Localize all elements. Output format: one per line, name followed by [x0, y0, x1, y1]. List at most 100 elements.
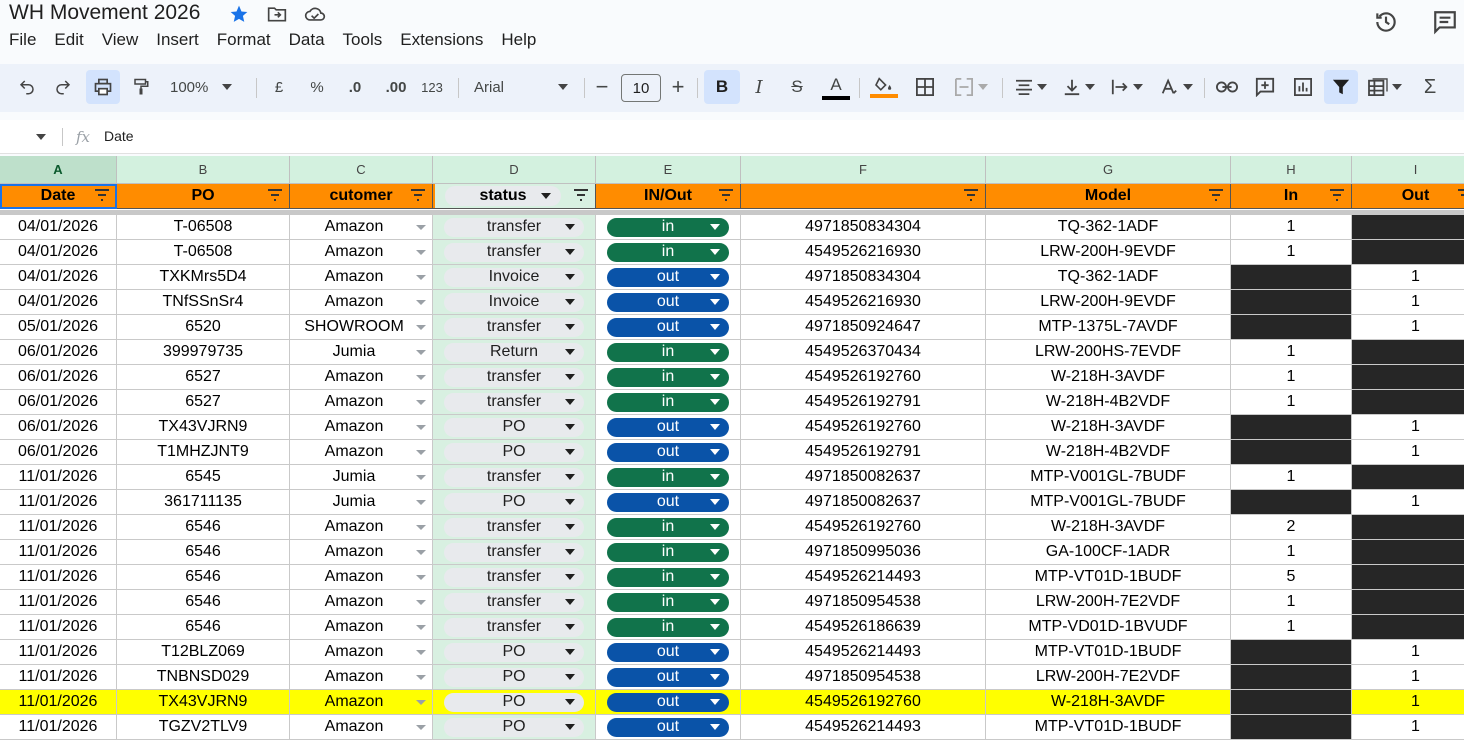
cell-f[interactable]: 4549526192760 [741, 515, 986, 540]
cell-c[interactable]: Amazon [290, 540, 433, 565]
header-cell[interactable]: cutomer [290, 184, 433, 209]
filter-icon[interactable] [410, 189, 426, 201]
dropdown-arrow-icon[interactable] [416, 275, 426, 280]
cell-f[interactable]: 4549526214493 [741, 565, 986, 590]
cell-a[interactable]: 11/01/2026 [0, 640, 117, 665]
cell-d[interactable]: PO [433, 640, 596, 665]
cell-h[interactable]: 1 [1231, 390, 1352, 415]
cell-a[interactable]: 11/01/2026 [0, 515, 117, 540]
cell-c[interactable]: Amazon [290, 590, 433, 615]
cell-h[interactable] [1231, 665, 1352, 690]
cell-i[interactable] [1352, 215, 1464, 240]
menu-tools[interactable]: Tools [334, 30, 392, 52]
in-out-chip[interactable]: out [607, 292, 729, 312]
cell-b[interactable]: T12BLZ069 [117, 640, 290, 665]
cell-e[interactable]: in [596, 565, 741, 590]
cell-i[interactable] [1352, 340, 1464, 365]
in-out-chip[interactable]: in [607, 392, 729, 412]
cell-h[interactable]: 1 [1231, 615, 1352, 640]
dropdown-arrow-icon[interactable] [416, 400, 426, 405]
cell-b[interactable]: 6545 [117, 465, 290, 490]
dropdown-arrow-icon[interactable] [416, 700, 426, 705]
cell-g[interactable]: TQ-362-1ADF [986, 265, 1231, 290]
cell-h[interactable] [1231, 315, 1352, 340]
cell-i[interactable]: 1 [1352, 490, 1464, 515]
status-chip[interactable]: transfer [444, 367, 584, 387]
dropdown-arrow-icon[interactable] [416, 675, 426, 680]
dropdown-arrow-icon[interactable] [416, 300, 426, 305]
filter-icon[interactable] [573, 189, 589, 201]
cell-i[interactable]: 1 [1352, 715, 1464, 740]
cell-a[interactable]: 11/01/2026 [0, 465, 117, 490]
in-out-chip[interactable]: in [607, 567, 729, 587]
cell-i[interactable] [1352, 465, 1464, 490]
cell-b[interactable]: 6520 [117, 315, 290, 340]
cell-b[interactable]: 6527 [117, 365, 290, 390]
cell-h[interactable]: 1 [1231, 215, 1352, 240]
menu-data[interactable]: Data [280, 30, 334, 52]
in-out-chip[interactable]: out [607, 642, 729, 662]
dropdown-arrow-icon[interactable] [416, 575, 426, 580]
status-chip[interactable]: PO [444, 642, 584, 662]
cell-h[interactable]: 1 [1231, 240, 1352, 265]
status-chip[interactable]: PO [444, 717, 584, 737]
cell-e[interactable]: out [596, 290, 741, 315]
cell-f[interactable]: 4549526192760 [741, 365, 986, 390]
filter-icon[interactable] [1329, 189, 1345, 201]
decrease-decimal-button[interactable]: .0 [338, 70, 372, 104]
star-icon[interactable] [228, 4, 250, 24]
strikethrough-button[interactable]: S [782, 70, 812, 104]
status-chip[interactable]: Invoice [444, 292, 584, 312]
cell-b[interactable]: T-06508 [117, 240, 290, 265]
header-cell[interactable]: In [1231, 184, 1352, 209]
cell-g[interactable]: MTP-V001GL-7BUDF [986, 490, 1231, 515]
filter-views-icon[interactable] [1362, 70, 1408, 104]
cell-g[interactable]: MTP-V001GL-7BUDF [986, 465, 1231, 490]
cell-b[interactable]: 6527 [117, 390, 290, 415]
cell-d[interactable]: transfer [433, 215, 596, 240]
filter-icon[interactable] [1208, 189, 1224, 201]
cell-i[interactable] [1352, 365, 1464, 390]
dropdown-arrow-icon[interactable] [416, 475, 426, 480]
dropdown-arrow-icon[interactable] [416, 525, 426, 530]
history-icon[interactable] [1372, 8, 1400, 36]
cell-c[interactable]: Amazon [290, 640, 433, 665]
cell-g[interactable]: W-218H-3AVDF [986, 515, 1231, 540]
cell-b[interactable]: TX43VJRN9 [117, 415, 290, 440]
cell-a[interactable]: 04/01/2026 [0, 290, 117, 315]
cell-d[interactable]: Invoice [433, 290, 596, 315]
cell-f[interactable]: 4549526216930 [741, 240, 986, 265]
in-out-chip[interactable]: in [607, 367, 729, 387]
dropdown-arrow-icon[interactable] [416, 550, 426, 555]
cell-d[interactable]: PO [433, 665, 596, 690]
cell-e[interactable]: out [596, 440, 741, 465]
italic-button[interactable]: I [744, 70, 774, 104]
in-out-chip[interactable]: in [607, 617, 729, 637]
column-header-h[interactable]: H [1231, 156, 1352, 184]
increase-decimal-button[interactable]: .00 [378, 70, 414, 104]
menu-extensions[interactable]: Extensions [391, 30, 492, 52]
cell-f[interactable]: 4971850924647 [741, 315, 986, 340]
cell-i[interactable] [1352, 565, 1464, 590]
cell-g[interactable]: MTP-VT01D-1BUDF [986, 640, 1231, 665]
status-chip[interactable]: PO [444, 417, 584, 437]
cell-e[interactable]: in [596, 540, 741, 565]
cell-g[interactable]: MTP-VT01D-1BUDF [986, 565, 1231, 590]
format-currency-button[interactable]: £ [266, 70, 292, 104]
name-box-dropdown-icon[interactable] [36, 134, 46, 140]
header-cell[interactable] [741, 184, 986, 209]
font-family-select[interactable]: Arial [468, 70, 578, 104]
cell-h[interactable] [1231, 290, 1352, 315]
cell-b[interactable]: TXKMrs5D4 [117, 265, 290, 290]
font-size-input[interactable]: 10 [621, 74, 661, 102]
cell-b[interactable]: 6546 [117, 615, 290, 640]
in-out-chip[interactable]: in [607, 342, 729, 362]
status-chip[interactable]: transfer [444, 567, 584, 587]
cell-h[interactable] [1231, 490, 1352, 515]
cell-e[interactable]: in [596, 365, 741, 390]
status-chip[interactable]: transfer [444, 392, 584, 412]
increase-font-size-button[interactable]: + [666, 70, 690, 104]
cell-c[interactable]: Amazon [290, 290, 433, 315]
cell-c[interactable]: Jumia [290, 465, 433, 490]
cell-i[interactable]: 1 [1352, 315, 1464, 340]
